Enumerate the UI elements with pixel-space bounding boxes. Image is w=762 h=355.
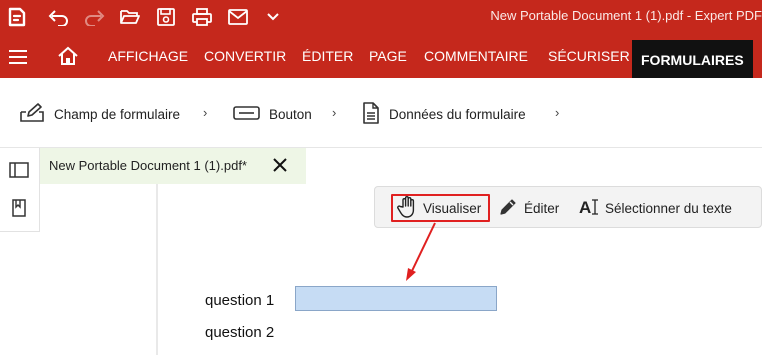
forms-ribbon: Champ de formulaire › Bouton › Données d… — [0, 78, 762, 148]
question-1-text-field[interactable] — [295, 286, 497, 311]
app-logo-icon[interactable] — [5, 5, 29, 29]
annotation-arrow-icon — [406, 222, 436, 281]
hamburger-menu-icon[interactable] — [8, 49, 28, 70]
side-panel-rail — [0, 148, 40, 232]
view-mode-button[interactable]: Visualiser — [391, 194, 490, 222]
text-cursor-icon: A — [579, 198, 599, 218]
edit-mode-label: Éditer — [524, 200, 560, 216]
tab-page[interactable]: PAGE — [369, 34, 407, 78]
page-left-edge — [156, 184, 158, 355]
tab-editer[interactable]: ÉDITER — [302, 34, 353, 78]
tab-affichage[interactable]: AFFICHAGE — [108, 34, 188, 78]
pencil-icon — [498, 197, 524, 220]
view-mode-label: Visualiser — [423, 200, 482, 216]
form-field-button[interactable]: Champ de formulaire — [19, 102, 181, 126]
document-tab-name: New Portable Document 1 (1).pdf* — [49, 158, 247, 173]
save-icon[interactable] — [154, 5, 178, 29]
menu-bar: AFFICHAGE CONVERTIR ÉDITER PAGE COMMENTA… — [0, 34, 762, 78]
title-bar: New Portable Document 1 (1).pdf - Expert… — [0, 0, 762, 34]
redo-icon[interactable] — [83, 5, 107, 29]
tab-convertir[interactable]: CONVERTIR — [204, 34, 286, 78]
question-2-label: question 2 — [205, 324, 275, 341]
close-tab-icon[interactable] — [272, 157, 288, 178]
button-tool-button[interactable]: Bouton — [233, 104, 312, 124]
print-icon[interactable] — [190, 5, 214, 29]
tab-securiser[interactable]: SÉCURISER — [548, 34, 630, 78]
form-field-icon — [19, 102, 54, 126]
tab-formulaires[interactable]: FORMULAIRES — [632, 40, 753, 78]
sidebar-toggle-icon[interactable] — [9, 160, 29, 180]
button-icon — [233, 105, 269, 123]
bookmark-icon[interactable] — [9, 198, 29, 218]
chevron-right-icon[interactable]: › — [555, 105, 559, 120]
undo-icon[interactable] — [46, 5, 70, 29]
email-icon[interactable] — [226, 5, 250, 29]
select-text-button[interactable]: A Sélectionner du texte — [579, 194, 732, 222]
open-folder-icon[interactable] — [118, 5, 142, 29]
edit-mode-button[interactable]: Éditer — [498, 194, 559, 222]
chevron-right-icon[interactable]: › — [203, 105, 207, 120]
form-data-icon — [362, 101, 389, 127]
home-icon[interactable] — [57, 46, 79, 71]
tab-commentaire[interactable]: COMMENTAIRE — [424, 34, 528, 78]
document-tab[interactable]: New Portable Document 1 (1).pdf* — [40, 148, 306, 184]
select-text-label: Sélectionner du texte — [605, 200, 732, 216]
form-data-button[interactable]: Données du formulaire — [362, 101, 526, 127]
form-data-label: Données du formulaire — [389, 106, 526, 122]
button-tool-label: Bouton — [269, 106, 312, 122]
form-field-label: Champ de formulaire — [54, 106, 181, 122]
hand-icon — [397, 195, 423, 221]
question-1-label: question 1 — [205, 292, 275, 309]
chevron-down-icon[interactable] — [261, 5, 285, 29]
chevron-right-icon[interactable]: › — [332, 105, 336, 120]
window-title: New Portable Document 1 (1).pdf - Expert… — [490, 8, 762, 23]
